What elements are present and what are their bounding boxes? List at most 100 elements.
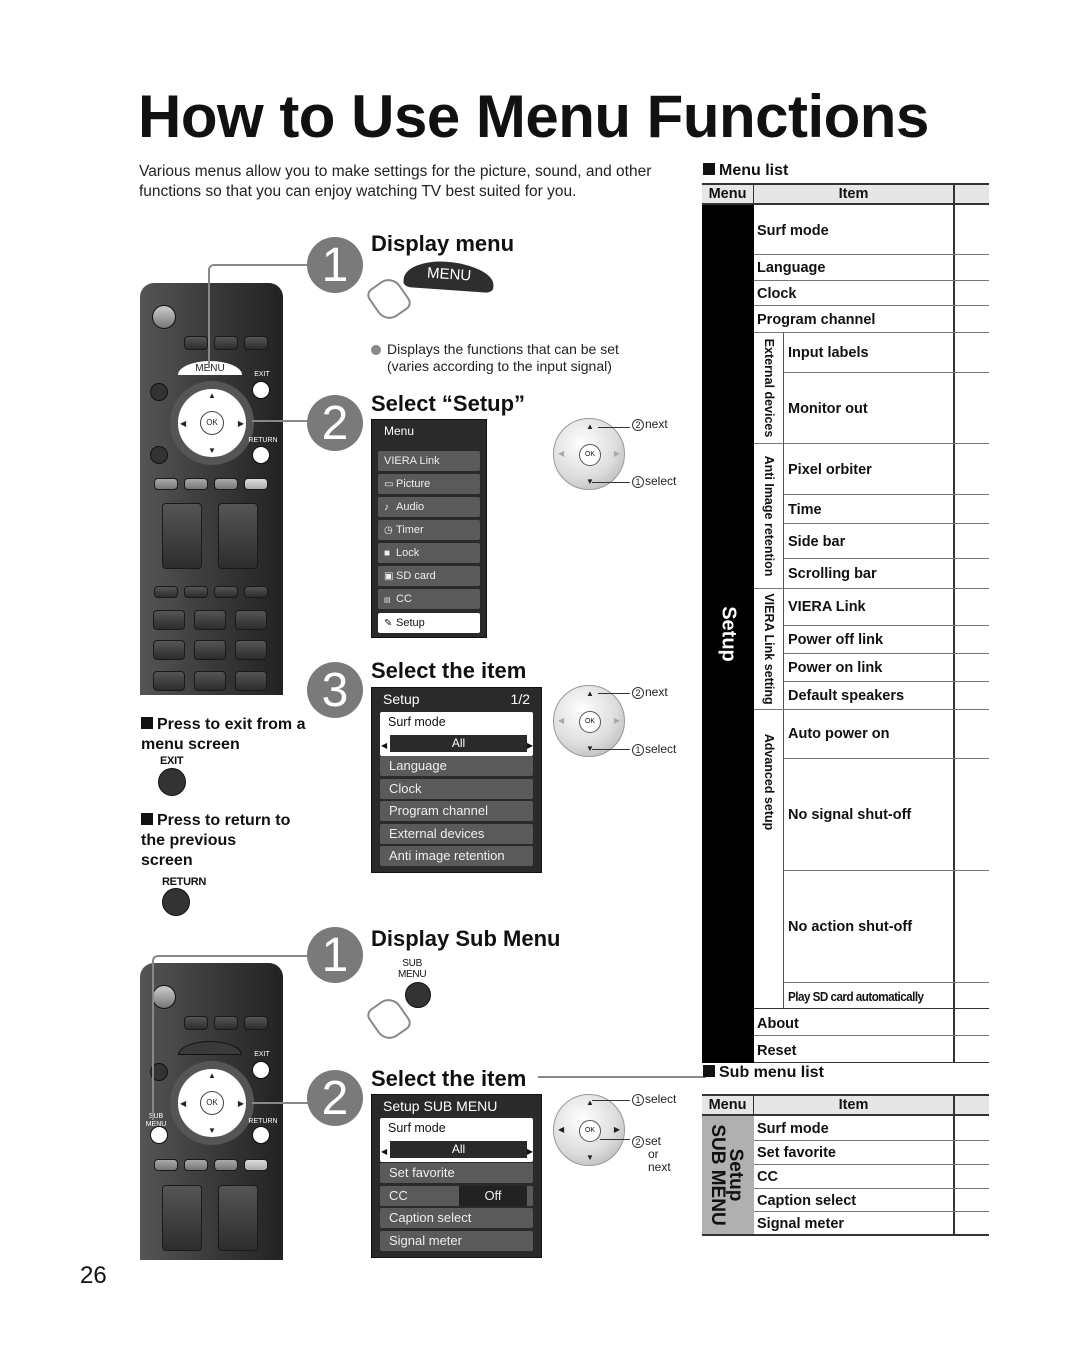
arrow-up-icon[interactable]: ▲ xyxy=(208,391,216,400)
leader-line xyxy=(592,482,630,483)
number-button[interactable] xyxy=(194,610,226,630)
row-divider xyxy=(754,254,989,255)
tv-selected-item[interactable]: Surf mode ◀ All ▶ xyxy=(380,1118,533,1162)
color-button-green[interactable] xyxy=(184,478,208,490)
ok-button: OK xyxy=(579,444,601,466)
arrow-right-icon[interactable]: ▶ xyxy=(238,419,244,428)
number-button[interactable] xyxy=(194,640,226,660)
number-button[interactable] xyxy=(235,671,267,691)
table-row-item: Monitor out xyxy=(788,401,868,417)
row-divider xyxy=(784,870,989,871)
tv-menu-item[interactable]: ♪ Audio xyxy=(378,497,480,517)
tv-menu-item[interactable]: ◷ Timer xyxy=(378,520,480,540)
page-title: How to Use Menu Functions xyxy=(138,83,929,150)
number-button[interactable] xyxy=(235,640,267,660)
channel-rocker[interactable] xyxy=(218,1185,258,1251)
arrow-right-icon: ▶ xyxy=(613,716,620,725)
exit-button[interactable] xyxy=(158,768,186,796)
tv-selected-item[interactable]: Surf mode ◀ All ▶ xyxy=(380,712,533,756)
number-button[interactable] xyxy=(153,640,185,660)
color-button-blue[interactable] xyxy=(244,1159,268,1171)
remote-button[interactable] xyxy=(154,586,178,598)
selected-item-label: Surf mode xyxy=(388,715,446,729)
table-row-item: Clock xyxy=(757,286,797,302)
channel-rocker[interactable] xyxy=(218,503,258,569)
tv-menu-item[interactable]: Language xyxy=(380,756,533,776)
power-button[interactable] xyxy=(152,305,176,329)
tv-menu-item[interactable]: Set favorite xyxy=(380,1163,533,1183)
return-button[interactable] xyxy=(252,446,270,464)
selected-item-value: All xyxy=(390,735,527,752)
color-button-blue[interactable] xyxy=(244,478,268,490)
table-row-item: Time xyxy=(788,502,822,518)
row-divider xyxy=(784,494,989,495)
leader-line xyxy=(600,1139,630,1140)
tv-menu-item[interactable]: ▤ CC xyxy=(378,589,480,609)
table-row-item: CC xyxy=(757,1169,778,1185)
color-button-yellow[interactable] xyxy=(214,1159,238,1171)
volume-rocker[interactable] xyxy=(162,1185,202,1251)
table-row-item: About xyxy=(757,1016,799,1032)
annotation-set-or-next: 2 set or next xyxy=(632,1135,671,1174)
number-button[interactable] xyxy=(153,610,185,630)
remote-side-button[interactable] xyxy=(150,446,168,464)
sub-menu-button[interactable] xyxy=(150,1126,168,1144)
tv-menu-item[interactable]: External devices xyxy=(380,824,533,844)
remote-button[interactable] xyxy=(244,586,268,598)
annotation-select: 1 select xyxy=(632,743,676,756)
tv-menu-item-selected[interactable]: ✎ Setup xyxy=(378,613,480,633)
selected-item-value: All xyxy=(390,1141,527,1158)
arrow-down-icon[interactable]: ▼ xyxy=(208,1126,216,1135)
arrow-left-icon[interactable]: ◀ xyxy=(381,741,387,750)
return-button[interactable] xyxy=(162,888,190,916)
bullet-icon xyxy=(371,345,381,355)
color-button-red[interactable] xyxy=(154,1159,178,1171)
group-cell: Advanced setup xyxy=(754,710,784,1008)
ok-button: OK xyxy=(579,711,601,733)
arrow-right-icon[interactable]: ▶ xyxy=(527,1147,533,1156)
header-menu: Menu xyxy=(702,1096,754,1114)
arrow-down-icon[interactable]: ▼ xyxy=(208,446,216,455)
arrow-right-icon[interactable]: ▶ xyxy=(527,741,533,750)
number-button[interactable] xyxy=(194,671,226,691)
remote-button[interactable] xyxy=(184,586,208,598)
group-cell: External devices xyxy=(754,333,784,443)
arrow-left-icon[interactable]: ◀ xyxy=(180,419,186,428)
tv-menu-item[interactable]: Caption select xyxy=(380,1208,533,1228)
ok-button[interactable]: OK xyxy=(200,411,224,435)
volume-rocker[interactable] xyxy=(162,503,202,569)
color-button-red[interactable] xyxy=(154,478,178,490)
arrow-left-icon[interactable]: ◀ xyxy=(381,1147,387,1156)
remote-button[interactable] xyxy=(184,336,208,350)
tv-sub-menu: Setup SUB MENU Surf mode ◀ All ▶ Set fav… xyxy=(371,1094,542,1258)
color-button-green[interactable] xyxy=(184,1159,208,1171)
row-divider xyxy=(754,1164,989,1165)
exit-button[interactable] xyxy=(252,381,270,399)
row-divider xyxy=(784,653,989,654)
dpad[interactable]: ▲ ◀ ▶ ▼ OK xyxy=(170,381,254,465)
return-note: Press to return to the previous screen xyxy=(141,812,291,869)
tv-menu-item[interactable]: CC Off xyxy=(380,1186,533,1206)
intro-text: Various menus allow you to make settings… xyxy=(139,163,652,200)
color-button-yellow[interactable] xyxy=(214,478,238,490)
header-item: Item xyxy=(754,1096,955,1114)
table-row-item: Language xyxy=(757,260,826,276)
return-button[interactable] xyxy=(252,1126,270,1144)
remote-side-button[interactable] xyxy=(150,383,168,401)
tv-menu-item[interactable]: Clock xyxy=(380,779,533,799)
square-bullet-icon xyxy=(703,163,715,175)
sub-menu-button[interactable] xyxy=(405,982,431,1008)
number-button[interactable] xyxy=(235,610,267,630)
number-button[interactable] xyxy=(153,671,185,691)
remote-button[interactable] xyxy=(214,586,238,598)
tv-menu-item[interactable]: Anti image retention xyxy=(380,846,533,866)
tv-menu-item[interactable]: VIERA Link xyxy=(378,451,480,471)
tv-menu-item[interactable]: ▭ Picture xyxy=(378,474,480,494)
menu-name-cell: Setup xyxy=(702,205,754,1063)
tv-menu-item[interactable]: Signal meter xyxy=(380,1231,533,1251)
tv-menu-item[interactable]: Program channel xyxy=(380,801,533,821)
tv-menu-item[interactable]: ■ Lock xyxy=(378,543,480,563)
row-divider xyxy=(784,982,989,983)
header-item: Item xyxy=(754,185,955,203)
tv-menu-item[interactable]: ▣ SD card xyxy=(378,566,480,586)
